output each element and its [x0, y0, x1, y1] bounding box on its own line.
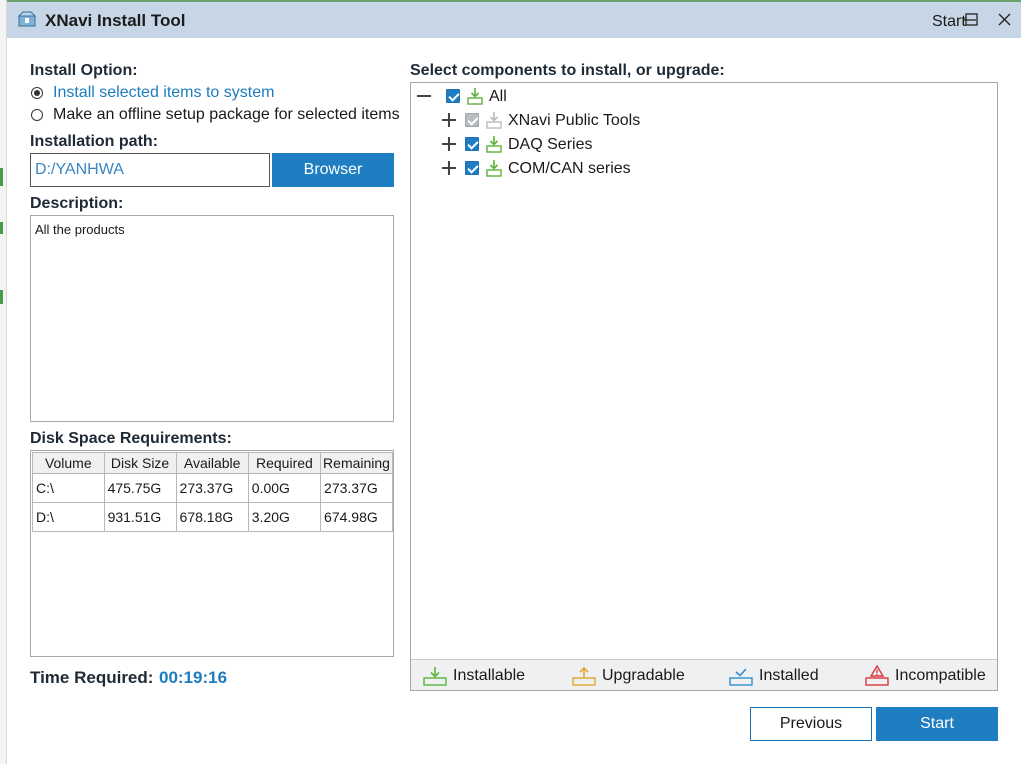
checkbox[interactable] [465, 113, 479, 127]
legend-label: Installed [759, 667, 819, 684]
title-bar: XNavi Install Tool Start [7, 0, 1021, 38]
tree-item-label: DAQ Series [508, 136, 593, 153]
installable-icon [423, 667, 447, 686]
table-header-row: Volume Disk Size Available Required Rema… [32, 452, 393, 474]
time-required-label: Time Required: [30, 668, 154, 687]
installed-icon [729, 668, 753, 686]
tree-item-xnavi-public-tools[interactable]: XNavi Public Tools [442, 111, 742, 133]
checkbox[interactable] [465, 161, 479, 175]
table-cell: 273.37G [320, 473, 393, 503]
table-cell: 0.00G [247, 473, 322, 503]
column-header-disk-size[interactable]: Disk Size [103, 452, 177, 474]
tree-item-label: COM/CAN series [508, 160, 631, 177]
column-header-available[interactable]: Available [175, 452, 249, 474]
previous-button[interactable]: Previous [750, 707, 872, 741]
table-row[interactable]: C:\ 475.75G 273.37G 0.00G 273.37G [32, 473, 393, 503]
radio-button[interactable] [31, 87, 43, 99]
table-cell: 3.20G [247, 502, 322, 532]
tree-item-label: All [489, 88, 507, 105]
install-option-label: Install Option: [30, 62, 138, 79]
description-label: Description: [30, 195, 124, 212]
legend-label: Installable [453, 667, 526, 684]
checkbox[interactable] [446, 89, 460, 103]
tree-item-daq-series[interactable]: DAQ Series [442, 135, 742, 157]
checkbox[interactable] [465, 137, 479, 151]
window-title: XNavi Install Tool [45, 11, 186, 30]
legend-label: Incompatible [895, 667, 986, 684]
installation-path-label: Installation path: [30, 133, 158, 150]
installation-path-input[interactable] [30, 153, 270, 187]
close-icon[interactable] [993, 9, 1017, 31]
expand-icon[interactable] [442, 161, 456, 175]
column-header-remaining[interactable]: Remaining [320, 452, 393, 474]
description-box: All the products [30, 215, 394, 422]
installable-icon [486, 160, 502, 177]
radio-label: Make an offline setup package for select… [53, 106, 400, 123]
column-header-required[interactable]: Required [247, 452, 322, 474]
collapse-icon[interactable] [417, 89, 431, 103]
start-button[interactable]: Start [876, 707, 998, 741]
tree-item-com-can-series[interactable]: COM/CAN series [442, 159, 742, 181]
description-text: All the products [35, 222, 125, 237]
table-cell: 678.18G [175, 502, 249, 532]
background-window-edge [0, 0, 7, 764]
time-required-value: 00:19:16 [159, 668, 228, 687]
radio-label: Install selected items to system [53, 84, 275, 101]
components-label: Select components to install, or upgrade… [410, 62, 725, 79]
tree-item-label: XNavi Public Tools [508, 112, 641, 129]
app-icon [18, 11, 36, 27]
incompatible-icon [865, 665, 889, 686]
table-cell: 273.37G [175, 473, 249, 503]
table-cell: 931.51G [103, 502, 177, 532]
disk-space-table: Volume Disk Size Available Required Rema… [32, 452, 393, 532]
installable-icon [486, 136, 502, 153]
components-tree: All XNavi Public Tools DAQ Series COM/CA… [410, 82, 998, 691]
expand-icon[interactable] [442, 137, 456, 151]
column-header-volume[interactable]: Volume [32, 452, 105, 474]
upgradable-icon [572, 666, 596, 686]
disk-space-label: Disk Space Requirements: [30, 430, 232, 447]
expand-icon[interactable] [442, 113, 456, 127]
radio-button[interactable] [31, 109, 43, 121]
installable-icon [486, 112, 502, 129]
tree-item-all[interactable]: All [417, 87, 717, 109]
table-cell: 674.98G [320, 502, 393, 532]
status-legend: Installable Upgradable Installed Incompa… [411, 659, 997, 690]
table-cell: C:\ [32, 473, 105, 503]
browse-button[interactable]: Browser [272, 153, 394, 187]
table-row[interactable]: D:\ 931.51G 678.18G 3.20G 674.98G [32, 502, 393, 532]
maximize-icon[interactable] [959, 9, 983, 31]
legend-label: Upgradable [602, 667, 685, 684]
table-cell: D:\ [32, 502, 105, 532]
disk-space-table-container: Volume Disk Size Available Required Rema… [30, 450, 394, 657]
installable-icon [467, 88, 483, 105]
table-cell: 475.75G [103, 473, 177, 503]
